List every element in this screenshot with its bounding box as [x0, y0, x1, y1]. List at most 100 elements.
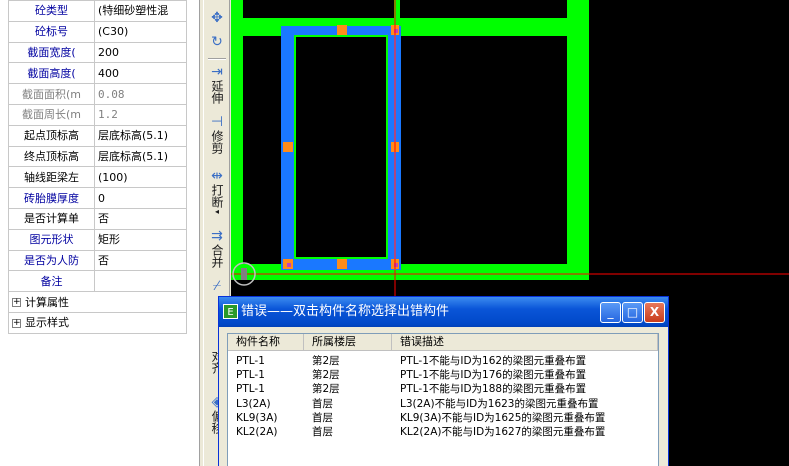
beam-inner-void [297, 38, 385, 256]
property-row[interactable]: 砼类型 (特细砂塑性混 [8, 0, 187, 22]
property-row[interactable]: 轴线距梁左 (100) [8, 166, 187, 189]
property-value[interactable]: 0 [94, 187, 187, 209]
error-row[interactable]: PTL-1 第2层 PTL-1不能与ID为188的梁图元重叠布置 [228, 382, 658, 396]
property-value[interactable]: 层底标高(5.1) [94, 145, 187, 168]
error-floor: 第2层 [312, 369, 340, 382]
maximize-button[interactable]: □ [622, 302, 643, 323]
property-row[interactable]: 截面宽度(200 [8, 41, 187, 64]
minimize-icon: _ [607, 305, 614, 319]
property-row[interactable]: 起点顶标高 层底标高(5.1) [8, 124, 187, 147]
property-group-row[interactable]: + 计算属性 [8, 291, 187, 313]
property-label: 截面高度( [8, 62, 95, 85]
error-description: KL2(2A)不能与ID为1627的梁图元重叠布置 [400, 425, 606, 438]
expand-icon[interactable]: + [12, 298, 21, 308]
property-value[interactable]: 否 [94, 249, 187, 272]
error-component-name[interactable]: PTL-1 [228, 382, 304, 396]
error-row[interactable]: KL9(3A) 首层 KL9(3A)不能与ID为1625的梁图元重叠布置 [228, 411, 658, 425]
split-button[interactable]: ⌿ [206, 278, 228, 294]
property-value[interactable]: 矩形 [94, 228, 187, 251]
toolbar-divider [208, 58, 226, 60]
dialog-title-bar[interactable]: E 错误——双击构件名称选择出错构件 _ □ X [219, 297, 668, 327]
property-label: 砼类型 [8, 0, 95, 22]
property-row[interactable]: 砖胎膜厚度 0 [8, 187, 187, 209]
property-value[interactable]: 200 [94, 41, 187, 64]
error-component-name[interactable]: PTL-1 [228, 354, 304, 368]
slab-void-top-left [243, 0, 386, 18]
merge-button[interactable]: ⇉ 合并 [206, 228, 228, 268]
beam-green-left[interactable] [231, 0, 243, 280]
maximize-icon: □ [626, 305, 639, 319]
ucs-marker [241, 268, 247, 280]
property-group-label: 显示样式 [25, 316, 69, 330]
property-row[interactable]: 备注 [8, 270, 187, 293]
error-component-name[interactable]: KL2(2A) [228, 425, 304, 439]
property-group[interactable]: + 显示样式 [8, 311, 187, 334]
column-header-name[interactable]: 构件名称 [228, 334, 304, 350]
extend-label: 延伸 [210, 80, 224, 104]
error-floor: 首层 [312, 397, 333, 410]
property-value[interactable] [94, 270, 187, 293]
property-value[interactable]: (特细砂塑性混 [94, 0, 187, 22]
property-group-label: 计算属性 [25, 295, 69, 309]
grip-node[interactable] [283, 142, 293, 152]
property-row[interactable]: 截面周长(m 1.2 [8, 103, 187, 126]
error-rows: PTL-1 第2层 PTL-1不能与ID为162的梁图元重叠布置 PTL-1 第2层 PT… [228, 351, 658, 439]
beam-green-right[interactable] [567, 0, 589, 280]
error-floor: 首层 [312, 411, 333, 424]
property-row[interactable]: 是否计算单否 [8, 207, 187, 230]
error-row[interactable]: PTL-1 第2层 PTL-1不能与ID为162的梁图元重叠布置 [228, 354, 658, 368]
break-button[interactable]: ⇹ 打断 ◂ [206, 168, 228, 216]
property-group-row[interactable]: + 显示样式 [8, 311, 187, 334]
error-list[interactable]: 构件名称 所属楼层 错误描述 PTL-1 第2层 PTL-1不能与ID为162的梁图… [227, 333, 659, 466]
property-label: 轴线距梁左 [8, 166, 95, 189]
rotate-button[interactable]: ↻ [206, 34, 228, 50]
error-component-name[interactable]: PTL-1 [228, 368, 304, 382]
break-icon: ⇹ [211, 168, 223, 184]
property-label: 截面面积(m [8, 83, 95, 105]
break-label: 打断 [210, 184, 224, 208]
property-value[interactable]: 否 [94, 207, 187, 230]
minimize-button[interactable]: _ [600, 302, 621, 323]
error-row[interactable]: L3(2A) 首层 L3(2A)不能与ID为1623的梁图元重叠布置 [228, 397, 658, 411]
column-header-description[interactable]: 错误描述 [392, 334, 658, 350]
property-group[interactable]: + 计算属性 [8, 291, 187, 313]
property-table: 砼类型 (特细砂塑性混 砼标号 (C30) 截面宽度(200 截面高度(400 截面面积(m… [8, 0, 187, 334]
property-row[interactable]: 图元形状 矩形 [8, 228, 187, 251]
property-value[interactable]: 0.08 [94, 83, 187, 105]
error-description: PTL-1不能与ID为176的梁图元重叠布置 [400, 369, 587, 382]
property-label: 是否为人防 [8, 249, 95, 272]
error-component-name[interactable]: KL9(3A) [228, 411, 304, 425]
error-row[interactable]: PTL-1 第2层 PTL-1不能与ID为176的梁图元重叠布置 [228, 368, 658, 382]
trim-button[interactable]: ⊣ 修剪 [206, 114, 228, 154]
error-floor: 第2层 [312, 355, 340, 367]
error-component-name[interactable]: L3(2A) [228, 397, 304, 411]
property-label: 截面宽度( [8, 41, 95, 64]
extend-button[interactable]: ⇥ 延伸 [206, 64, 228, 104]
property-label: 起点顶标高 [8, 124, 95, 147]
grip-node[interactable] [337, 259, 347, 269]
property-label: 图元形状 [8, 228, 95, 251]
merge-icon: ⇉ [211, 228, 223, 244]
error-row[interactable]: KL2(2A) 首层 KL2(2A)不能与ID为1627的梁图元重叠布置 [228, 425, 658, 439]
property-row[interactable]: 是否为人防否 [8, 249, 187, 272]
expand-icon[interactable]: + [12, 318, 21, 328]
error-description: L3(2A)不能与ID为1623的梁图元重叠布置 [400, 397, 599, 410]
property-row[interactable]: 砼标号 (C30) [8, 20, 187, 43]
column-header-floor[interactable]: 所属楼层 [304, 334, 392, 350]
property-value[interactable]: (C30) [94, 20, 187, 43]
grip-node[interactable] [337, 25, 347, 35]
property-row[interactable]: 截面高度(400 [8, 62, 187, 85]
split-icon: ⌿ [212, 278, 222, 294]
property-value[interactable]: 1.2 [94, 103, 187, 126]
property-value[interactable]: 400 [94, 62, 187, 85]
dialog-title: 错误——双击构件名称选择出错构件 [241, 304, 450, 319]
error-floor: 第2层 [312, 383, 340, 396]
move-button[interactable]: ✥ [206, 10, 228, 26]
property-row[interactable]: 终点顶标高 层底标高(5.1) [8, 145, 187, 168]
property-value[interactable]: (100) [94, 166, 187, 189]
property-label: 砼标号 [8, 20, 95, 43]
close-button[interactable]: X [644, 302, 665, 323]
property-value[interactable]: 层底标高(5.1) [94, 124, 187, 147]
property-label: 砖胎膜厚度 [8, 187, 95, 209]
property-row[interactable]: 截面面积(m 0.08 [8, 83, 187, 105]
